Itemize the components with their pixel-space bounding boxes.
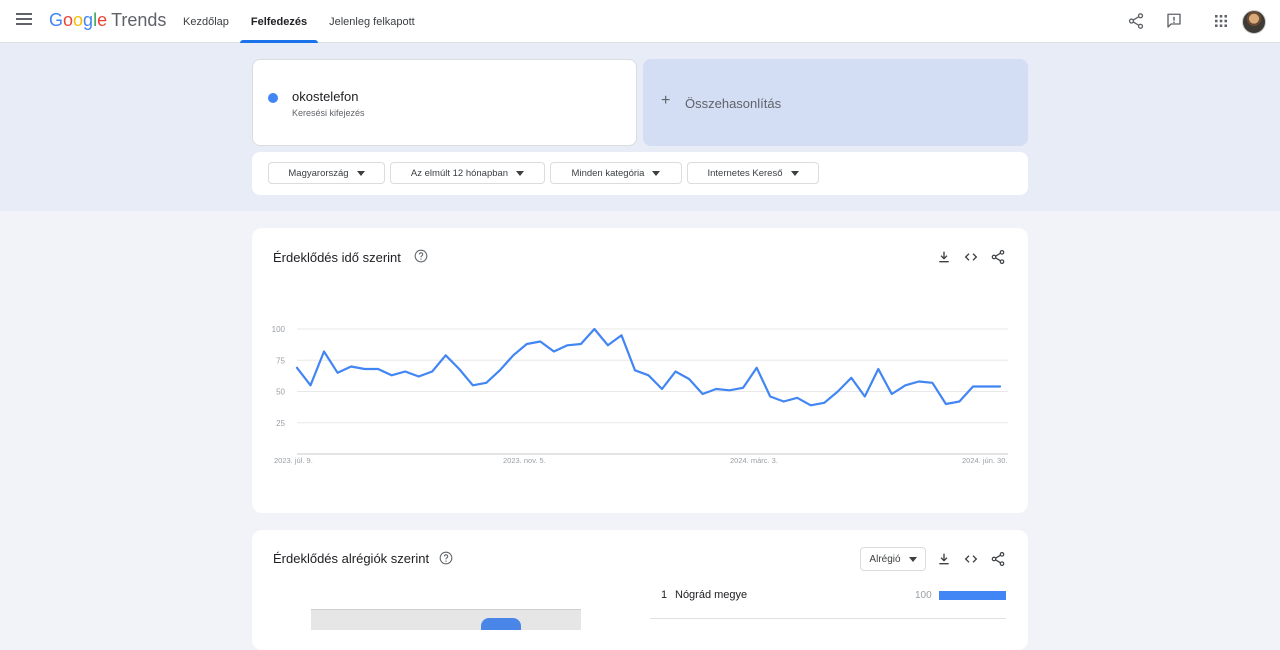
dropdown-arrow-icon (908, 556, 917, 562)
share-icon[interactable] (1127, 12, 1145, 30)
embed-code-icon[interactable] (963, 249, 979, 265)
compare-label: Összehasonlítás (685, 96, 782, 111)
x-tick-label: 2024. márc. 3. (730, 456, 778, 465)
search-term[interactable]: okostelefon (292, 89, 359, 104)
main-nav: Kezdőlap Felfedezés Jelenleg felkapott (172, 0, 426, 43)
table-row[interactable]: 1 Nógrád megye 100 (650, 588, 1006, 619)
dropdown-arrow-icon (790, 170, 799, 176)
apps-grid-icon[interactable] (1212, 12, 1230, 30)
interest-by-subregion-title: Érdeklődés alrégiók szerint (273, 551, 430, 566)
subregion-level-select[interactable]: Alrégió (860, 547, 926, 571)
series-line[interactable] (295, 327, 1002, 407)
tab-home[interactable]: Kezdőlap (172, 0, 240, 42)
tab-explore[interactable]: Felfedezés (239, 0, 319, 43)
compare-button[interactable]: + Összehasonlítás (643, 59, 1028, 146)
y-tick-label: 25 (276, 419, 285, 428)
filter-search-type-label: Internetes Kereső (707, 167, 783, 179)
dropdown-arrow-icon (516, 170, 525, 176)
y-tick-label: 100 (272, 325, 286, 334)
region-value: 100 (915, 590, 932, 601)
filter-region-label: Magyarország (288, 167, 349, 179)
menu-icon[interactable] (16, 13, 32, 29)
y-tick-label: 50 (276, 388, 285, 397)
filter-category-label: Minden kategória (571, 167, 645, 179)
dropdown-arrow-icon (356, 170, 365, 176)
filter-bar: Magyarország Az elmúlt 12 hónapban Minde… (252, 152, 1028, 195)
account-avatar[interactable] (1242, 10, 1266, 34)
filter-category[interactable]: Minden kategória (550, 162, 682, 184)
tab-trending-now[interactable]: Jelenleg felkapott (318, 0, 426, 42)
help-icon[interactable] (414, 249, 428, 263)
interest-over-time-title: Érdeklődés idő szerint (273, 250, 401, 265)
plus-icon: + (661, 92, 671, 109)
share-icon[interactable] (990, 551, 1006, 567)
share-icon[interactable] (990, 249, 1006, 265)
filter-region[interactable]: Magyarország (268, 162, 385, 184)
filter-time-label: Az elmúlt 12 hónapban (410, 167, 509, 179)
filter-search-type[interactable]: Internetes Kereső (687, 162, 819, 184)
x-tick-label: 2023. júl. 9. (274, 456, 313, 465)
term-color-dot (268, 93, 278, 103)
google-trends-logo[interactable]: Google Trends (49, 10, 166, 31)
y-tick-label: 75 (276, 356, 285, 365)
search-term-type: Keresési kifejezés (292, 108, 365, 118)
subregion-map[interactable] (311, 609, 581, 630)
rank-number: 1 (661, 589, 668, 601)
region-name: Nógrád megye (675, 589, 748, 601)
interest-over-time-card: Érdeklődés idő szerint 25 50 75 100 2023. jú… (252, 228, 1028, 513)
subregion-level-value: Alrégió (869, 553, 901, 565)
interest-by-subregion-card: Érdeklődés alrégiók szerint Alrégió 1 Nó… (252, 530, 1028, 650)
download-icon[interactable] (936, 551, 952, 567)
help-icon[interactable] (439, 551, 453, 565)
x-tick-label: 2024. jún. 30. (962, 456, 1007, 465)
top-app-bar: Google Trends Kezdőlap Felfedezés Jelenle… (0, 0, 1280, 43)
dropdown-arrow-icon (652, 170, 661, 176)
download-icon[interactable] (936, 249, 952, 265)
filter-time-range[interactable]: Az elmúlt 12 hónapban (390, 162, 545, 184)
region-value-bar (939, 591, 1006, 600)
search-term-card[interactable]: okostelefon Keresési kifejezés (252, 59, 637, 146)
embed-code-icon[interactable] (963, 551, 979, 567)
feedback-icon[interactable] (1165, 12, 1183, 30)
map-region-highlight[interactable] (481, 618, 521, 630)
x-tick-label: 2023. nov. 5. (503, 456, 546, 465)
interest-line-chart[interactable]: 25 50 75 100 2023. júl. 9. 2023. nov. 5. 2024.… (252, 318, 1028, 468)
